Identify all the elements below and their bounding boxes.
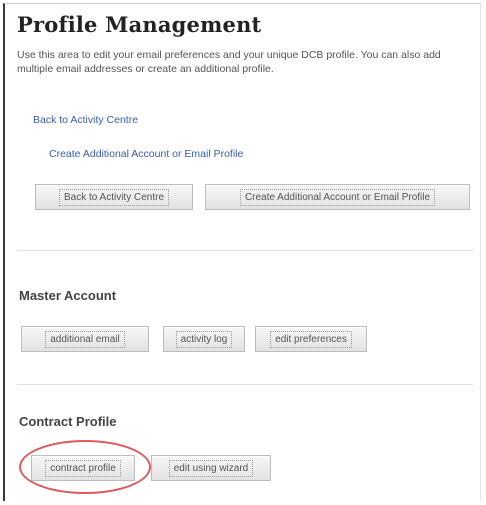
back-to-activity-link[interactable]: Back to Activity Centre [33, 114, 138, 126]
intro-text: Use this area to edit your email prefere… [17, 49, 441, 75]
additional-email-button[interactable]: additional email [21, 326, 149, 352]
master-account-heading: Master Account [19, 288, 117, 303]
create-additional-link[interactable]: Create Additional Account or Email Profi… [49, 148, 243, 160]
divider [17, 384, 473, 385]
edit-preferences-button-label: edit preferences [270, 330, 352, 348]
contract-profile-button-label: contract profile [45, 459, 121, 477]
contract-profile-heading: Contract Profile [19, 414, 117, 429]
additional-email-button-label: additional email [45, 330, 125, 348]
activity-log-button[interactable]: activity log [163, 326, 245, 352]
create-additional-button-label: Create Additional Account or Email Profi… [239, 188, 436, 206]
contract-profile-button[interactable]: contract profile [31, 455, 135, 481]
divider [17, 250, 473, 251]
back-to-activity-button-label: Back to Activity Centre [58, 188, 170, 206]
create-additional-button[interactable]: Create Additional Account or Email Profi… [205, 184, 470, 210]
edit-preferences-button[interactable]: edit preferences [255, 326, 367, 352]
page-title: Profile Management [17, 12, 262, 37]
edit-using-wizard-button[interactable]: edit using wizard [151, 455, 271, 481]
activity-log-button-label: activity log [175, 330, 233, 348]
edit-using-wizard-button-label: edit using wizard [168, 459, 254, 477]
back-to-activity-button[interactable]: Back to Activity Centre [35, 184, 193, 210]
profile-management-panel: Profile Management Use this area to edit… [3, 3, 481, 501]
